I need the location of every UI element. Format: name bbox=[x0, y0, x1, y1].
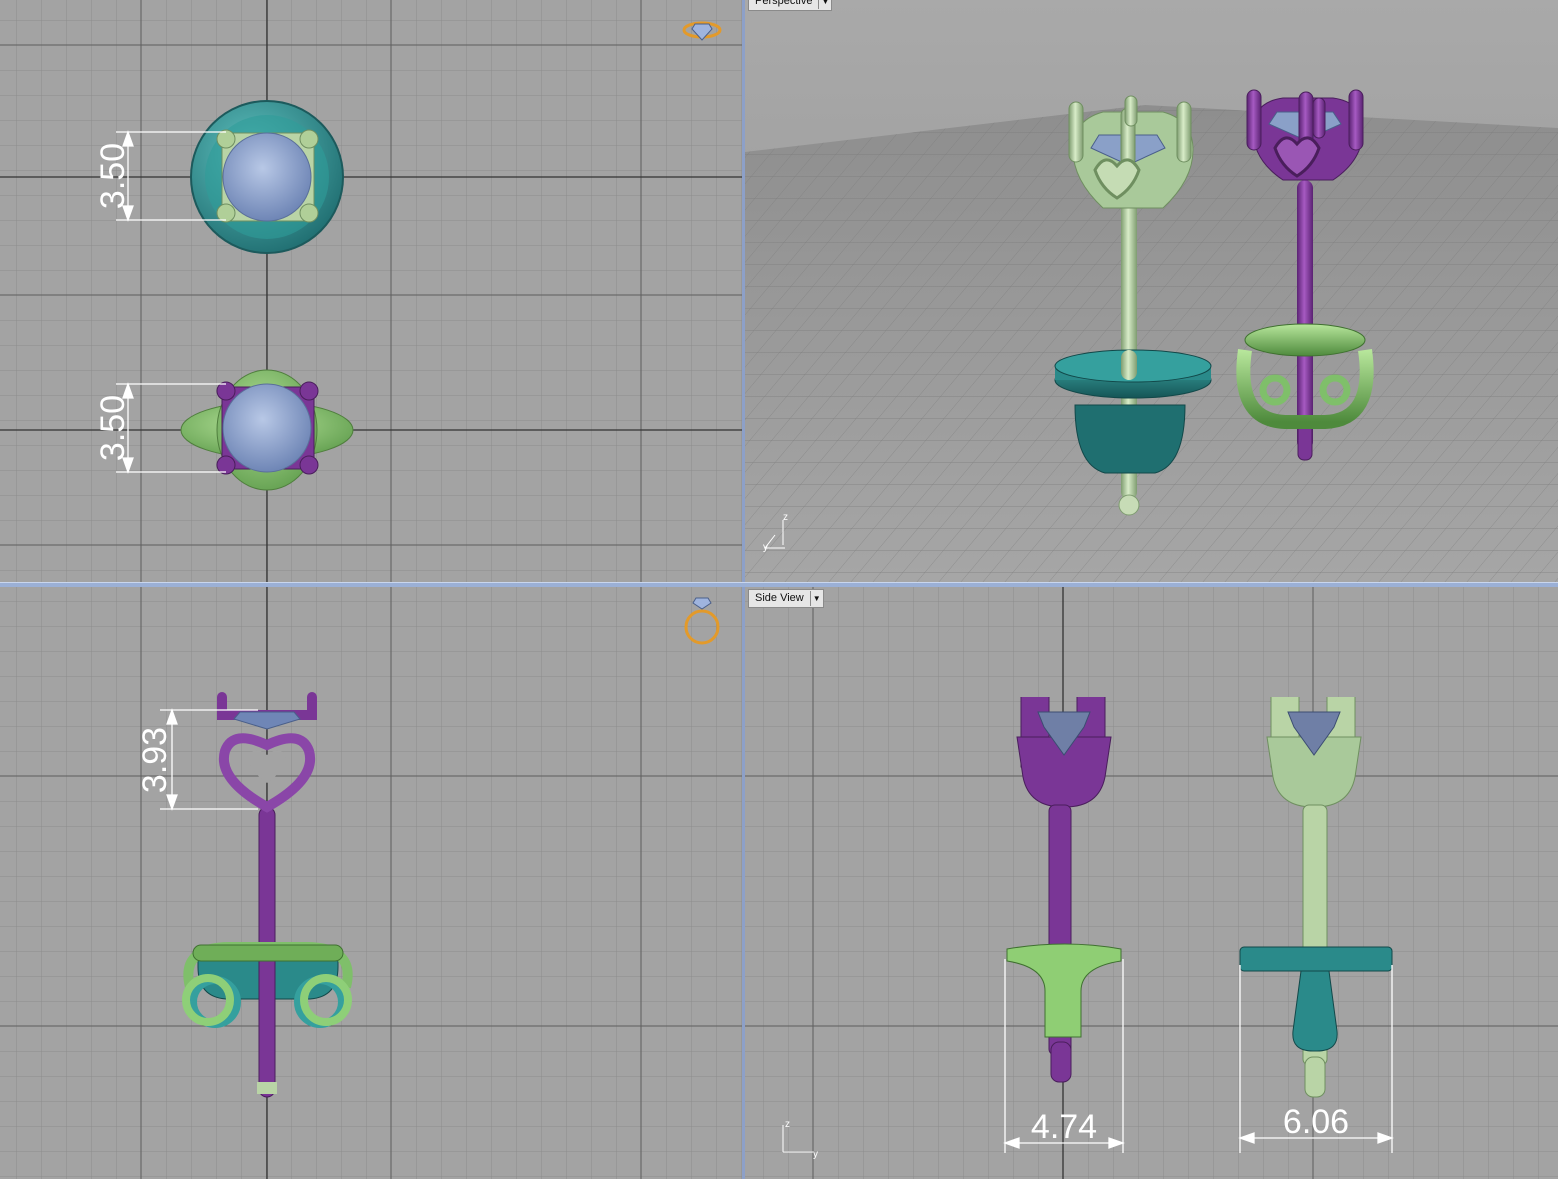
front-dim-text: 3.93 bbox=[136, 727, 174, 793]
side-stud-purple[interactable] bbox=[1006, 697, 1122, 1083]
side-dim-right-text: 6.06 bbox=[1283, 1103, 1349, 1141]
side-geometry: 4.74 6.06 z y bbox=[782, 697, 1394, 1160]
side-view-label[interactable]: Side View ▼ bbox=[748, 589, 824, 608]
viewport-splitter-horizontal[interactable] bbox=[0, 582, 1558, 587]
front-geometry: 3.93 bbox=[136, 597, 720, 1098]
perspective-view-label-text: Perspective bbox=[755, 0, 813, 7]
viewport-front[interactable]: 3.93 bbox=[0, 587, 742, 1179]
top-geometry: 3.50 3.50 bbox=[94, 21, 722, 491]
cad-workspace: 3.50 3.50 z y Perspective ▼ 3.93 4.74 6.… bbox=[0, 0, 1558, 1179]
side-dim-left-text: 4.74 bbox=[1031, 1108, 1097, 1146]
side-view-label-text: Side View bbox=[755, 592, 804, 604]
viewport-side[interactable]: 4.74 6.06 z y Side View ▼ bbox=[745, 587, 1558, 1179]
top-stud-upper[interactable] bbox=[190, 100, 344, 254]
viewport-perspective[interactable]: z y Perspective ▼ bbox=[745, 0, 1558, 582]
chevron-down-icon[interactable]: ▼ bbox=[818, 0, 831, 9]
perspective-scene: z y bbox=[745, 0, 1558, 582]
chevron-down-icon[interactable]: ▼ bbox=[809, 591, 823, 606]
perspective-axis-z: z bbox=[783, 512, 788, 523]
perspective-axis-y: y bbox=[763, 542, 768, 553]
ring-top-orientation-icon[interactable] bbox=[682, 21, 722, 41]
top-dim-lower-text: 3.50 bbox=[94, 395, 132, 461]
ring-front-orientation-icon[interactable] bbox=[684, 597, 720, 645]
viewport-splitter-vertical[interactable] bbox=[742, 0, 745, 1179]
side-stud-sage[interactable] bbox=[1239, 697, 1393, 1098]
viewport-top[interactable]: 3.50 3.50 bbox=[0, 0, 742, 582]
front-stud[interactable] bbox=[182, 692, 353, 1098]
side-axis-y: y bbox=[813, 1149, 818, 1160]
top-dim-upper-text: 3.50 bbox=[94, 143, 132, 209]
perspective-view-label[interactable]: Perspective ▼ bbox=[748, 0, 833, 11]
side-axis-z: z bbox=[785, 1119, 790, 1130]
